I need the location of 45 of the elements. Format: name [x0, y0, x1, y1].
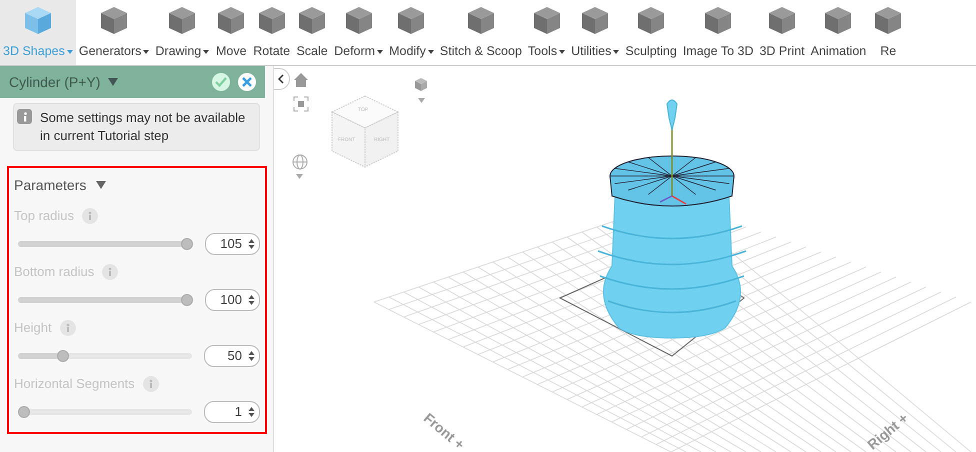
chevron-left-icon: [278, 74, 284, 84]
spinner-icon[interactable]: [248, 350, 255, 362]
slider[interactable]: [18, 294, 194, 306]
axes-cube-icon[interactable]: [412, 76, 430, 94]
close-button[interactable]: [238, 73, 256, 91]
caret-icon[interactable]: [418, 98, 425, 103]
info-icon: [102, 264, 118, 280]
home-icon[interactable]: [294, 73, 308, 87]
slider-thumb[interactable]: [18, 406, 30, 418]
slider-thumb[interactable]: [181, 294, 194, 306]
number-field[interactable]: 100: [205, 289, 260, 311]
confirm-button[interactable]: [212, 73, 230, 91]
notice-text: Some settings may not be available in current Tutorial step: [40, 109, 246, 145]
caret-icon: [143, 50, 150, 54]
slider[interactable]: [18, 238, 194, 250]
info-icon: [142, 376, 159, 392]
caret-icon[interactable]: [296, 174, 303, 179]
collapse-button[interactable]: [274, 68, 290, 90]
section-title: Parameters: [14, 176, 86, 194]
panel-title: Cylinder (P+Y): [9, 72, 100, 92]
close-icon: [242, 77, 252, 87]
check-icon: [215, 77, 227, 87]
info-icon: [17, 109, 32, 124]
spinner-icon[interactable]: [248, 238, 255, 250]
caret-icon: [613, 50, 620, 54]
info-icon: [60, 320, 76, 336]
globe-icon[interactable]: [292, 154, 308, 170]
slider-thumb[interactable]: [56, 350, 69, 362]
number-field[interactable]: 50: [204, 345, 260, 367]
slider[interactable]: [18, 406, 192, 418]
caret-icon: [377, 50, 384, 54]
slider[interactable]: [18, 350, 192, 362]
caret-icon[interactable]: [108, 78, 118, 86]
caret-icon[interactable]: [96, 181, 106, 189]
caret-icon: [66, 50, 73, 54]
slider-thumb[interactable]: [181, 238, 194, 250]
spinner-icon[interactable]: [248, 406, 255, 418]
number-field[interactable]: 1: [204, 401, 260, 423]
caret-icon: [428, 50, 434, 54]
number-field[interactable]: 105: [205, 233, 260, 255]
caret-icon: [559, 50, 566, 54]
spinner-icon[interactable]: [248, 294, 255, 306]
frame-icon[interactable]: [293, 96, 309, 112]
info-icon: [82, 208, 98, 224]
caret-icon: [203, 50, 210, 54]
